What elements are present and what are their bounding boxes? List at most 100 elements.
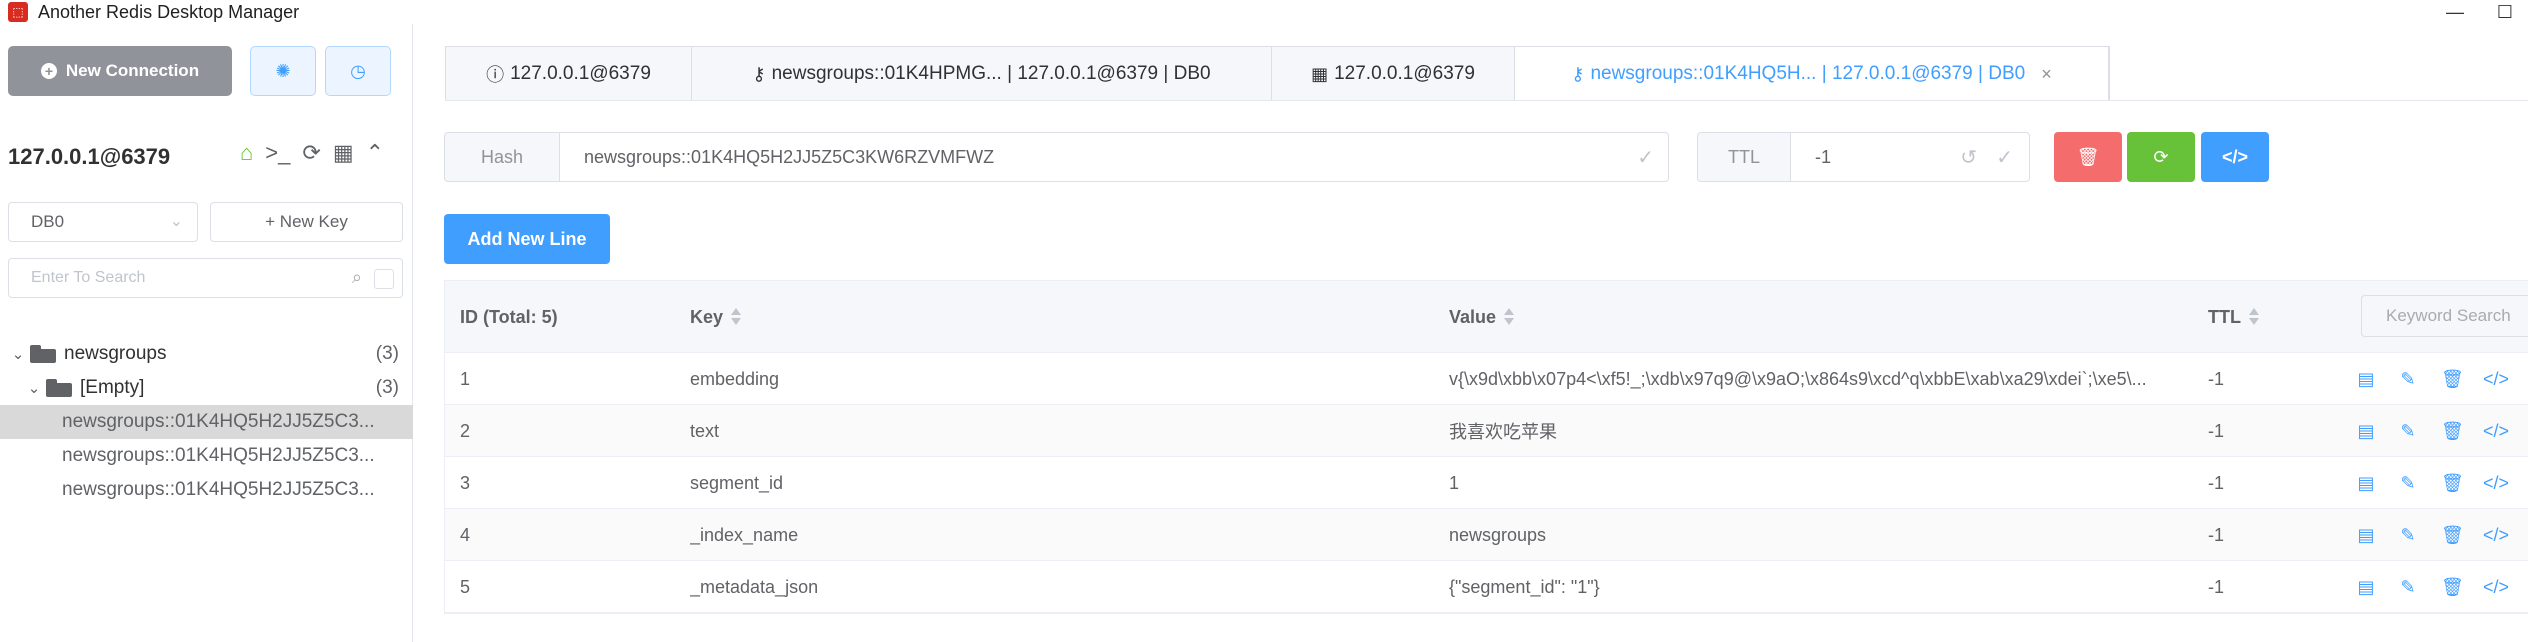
- tree-folder-count: (3): [375, 343, 399, 364]
- edit-icon[interactable]: ✎: [2399, 369, 2417, 390]
- hash-table: ID (Total: 5) Key Value TTL Keyword Sear…: [444, 280, 2528, 614]
- edit-icon[interactable]: ✎: [2399, 473, 2417, 494]
- tree-folder-label: [Empty]: [80, 377, 145, 398]
- document-icon[interactable]: ▤: [2357, 577, 2375, 598]
- trash-icon[interactable]: 🗑: [2441, 473, 2464, 494]
- refresh-key-button[interactable]: ⟳: [2127, 132, 2195, 182]
- tab-command-log[interactable]: ▦ 127.0.0.1@6379: [1272, 47, 1515, 101]
- add-new-line-button[interactable]: Add New Line: [444, 214, 610, 264]
- tab-label: newsgroups::01K4HPMG... | 127.0.0.1@6379…: [771, 63, 1211, 84]
- ttl-input[interactable]: -1 ↺ ✓: [1790, 132, 2030, 182]
- tab-label: 127.0.0.1@6379: [510, 63, 651, 84]
- column-key-header[interactable]: Key: [690, 281, 742, 353]
- column-ttl-header[interactable]: TTL: [2208, 281, 2259, 353]
- plus-circle-icon: +: [40, 63, 57, 79]
- row-actions: ▤ ✎ 🗑 </>: [2357, 561, 2509, 613]
- tree-key-item[interactable]: newsgroups::01K4HQ5H2JJ5Z5C3...: [0, 473, 413, 507]
- document-icon[interactable]: ▤: [2357, 525, 2375, 546]
- code-icon[interactable]: </>: [2483, 473, 2509, 494]
- row-actions: ▤ ✎ 🗑 </>: [2357, 509, 2509, 561]
- home-icon[interactable]: ⌂: [240, 140, 253, 166]
- key-name-value: newsgroups::01K4HQ5H2JJ5Z5C3KW6RZVMFWZ: [584, 146, 995, 167]
- cell-value: newsgroups: [1449, 524, 1547, 545]
- maximize-button[interactable]: ☐: [2482, 0, 2528, 24]
- tree-folder-empty[interactable]: ⌄ [Empty] (3): [0, 371, 413, 405]
- chevron-up-icon[interactable]: ⌃: [366, 140, 384, 166]
- trash-icon[interactable]: 🗑: [2441, 525, 2464, 546]
- code-icon[interactable]: </>: [2483, 577, 2509, 598]
- trash-icon[interactable]: 🗑: [2441, 577, 2464, 598]
- connection-name[interactable]: 127.0.0.1@6379: [8, 144, 170, 170]
- cell-value: v{\x9d\xbb\x07p4<\xf5!_;\xdb\x97q9@\x9aO…: [1449, 368, 2147, 389]
- refresh-icon: ⟳: [2153, 146, 2169, 167]
- edit-icon[interactable]: ✎: [2399, 577, 2417, 598]
- cell-key: segment_id: [690, 472, 784, 493]
- tabs-divider: [445, 100, 2528, 101]
- table-row[interactable]: 5 _metadata_json {"segment_id": "1"} -1 …: [445, 561, 2528, 613]
- table-row[interactable]: 1 embedding v{\x9d\xbb\x07p4<\xf5!_;\xdb…: [445, 353, 2528, 405]
- check-icon[interactable]: ✓: [1996, 145, 2013, 170]
- title-bar: ⬚ Another Redis Desktop Manager — ☐: [0, 0, 2528, 24]
- trash-icon[interactable]: 🗑: [2441, 369, 2464, 390]
- table-row[interactable]: 2 text 我喜欢吃苹果 -1 ▤ ✎ 🗑 </>: [445, 405, 2528, 457]
- table-row[interactable]: 4 _index_name newsgroups -1 ▤ ✎ 🗑 </>: [445, 509, 2528, 561]
- code-icon[interactable]: </>: [2483, 421, 2509, 442]
- cell-id: 5: [460, 576, 471, 597]
- sort-icon[interactable]: [731, 307, 742, 327]
- edit-icon[interactable]: ✎: [2399, 525, 2417, 546]
- document-icon[interactable]: ▤: [2357, 369, 2375, 390]
- tree-key-item[interactable]: newsgroups::01K4HQ5H2JJ5Z5C3...: [0, 439, 413, 473]
- sort-icon[interactable]: [1504, 307, 1515, 327]
- cell-key: _metadata_json: [690, 576, 819, 597]
- history-button[interactable]: ◷: [325, 46, 391, 96]
- cell-value: 1: [1449, 472, 1460, 493]
- refresh-icon[interactable]: ⟳: [302, 140, 320, 166]
- code-icon[interactable]: </>: [2483, 525, 2509, 546]
- cell-id: 4: [460, 524, 471, 545]
- check-icon[interactable]: ✓: [1637, 145, 1654, 170]
- tab-key-hq5h[interactable]: ⚷ newsgroups::01K4HQ5H... | 127.0.0.1@63…: [1515, 47, 2109, 101]
- undo-icon[interactable]: ↺: [1960, 145, 1977, 170]
- column-value-header[interactable]: Value: [1449, 281, 1515, 353]
- tree-key-label: newsgroups::01K4HQ5H2JJ5Z5C3...: [62, 411, 375, 432]
- db-select[interactable]: DB0 ⌄: [8, 202, 198, 242]
- delete-key-button[interactable]: 🗑: [2054, 132, 2122, 182]
- key-icon: ⚷: [1571, 63, 1585, 84]
- db-select-value: DB0: [31, 212, 65, 231]
- code-icon[interactable]: </>: [2483, 369, 2509, 390]
- terminal-icon[interactable]: >_: [265, 140, 290, 166]
- window-title: Another Redis Desktop Manager: [38, 1, 300, 22]
- tab-status[interactable]: ⓘ 127.0.0.1@6379: [446, 47, 692, 101]
- tree-folder-newsgroups[interactable]: ⌄ newsgroups (3): [0, 337, 413, 371]
- document-icon[interactable]: ▤: [2357, 421, 2375, 442]
- key-search-input[interactable]: Enter To Search ⌕: [8, 258, 403, 298]
- document-icon[interactable]: ▤: [2357, 473, 2375, 494]
- cell-ttl: -1: [2208, 576, 2225, 597]
- keyword-search-input[interactable]: Keyword Search: [2361, 295, 2528, 337]
- new-connection-button[interactable]: + New Connection: [8, 46, 232, 96]
- ttl-label: TTL: [1697, 132, 1791, 182]
- app-logo-icon: ⬚: [8, 2, 28, 22]
- ttl-value: -1: [1815, 146, 1832, 167]
- close-icon[interactable]: ×: [2041, 64, 2052, 85]
- edit-icon[interactable]: ✎: [2399, 421, 2417, 442]
- chevron-down-icon: ⌄: [27, 380, 41, 397]
- new-key-button[interactable]: + New Key: [210, 202, 403, 242]
- key-name-input[interactable]: newsgroups::01K4HQ5H2JJ5Z5C3KW6RZVMFWZ ✓: [559, 132, 1669, 182]
- table-row[interactable]: 3 segment_id 1 -1 ▤ ✎ 🗑 </>: [445, 457, 2528, 509]
- settings-button[interactable]: ✺: [250, 46, 316, 96]
- dump-command-button[interactable]: </>: [2201, 132, 2269, 182]
- grid-icon[interactable]: ▦: [333, 140, 354, 166]
- table-icon: ▦: [1311, 63, 1329, 84]
- trash-icon[interactable]: 🗑: [2441, 421, 2464, 442]
- exact-search-checkbox[interactable]: [374, 269, 394, 289]
- chevron-down-icon: ⌄: [169, 213, 183, 230]
- minimize-button[interactable]: —: [2432, 0, 2478, 24]
- tree-folder-label: newsgroups: [64, 343, 167, 364]
- tree-key-item[interactable]: newsgroups::01K4HQ5H2JJ5Z5C3...: [0, 405, 413, 439]
- cell-ttl: -1: [2208, 368, 2225, 389]
- key-icon: ⚷: [752, 63, 766, 84]
- tab-key-hpmg[interactable]: ⚷ newsgroups::01K4HPMG... | 127.0.0.1@63…: [692, 47, 1272, 101]
- sort-icon[interactable]: [2249, 307, 2259, 327]
- search-icon[interactable]: ⌕: [352, 267, 362, 288]
